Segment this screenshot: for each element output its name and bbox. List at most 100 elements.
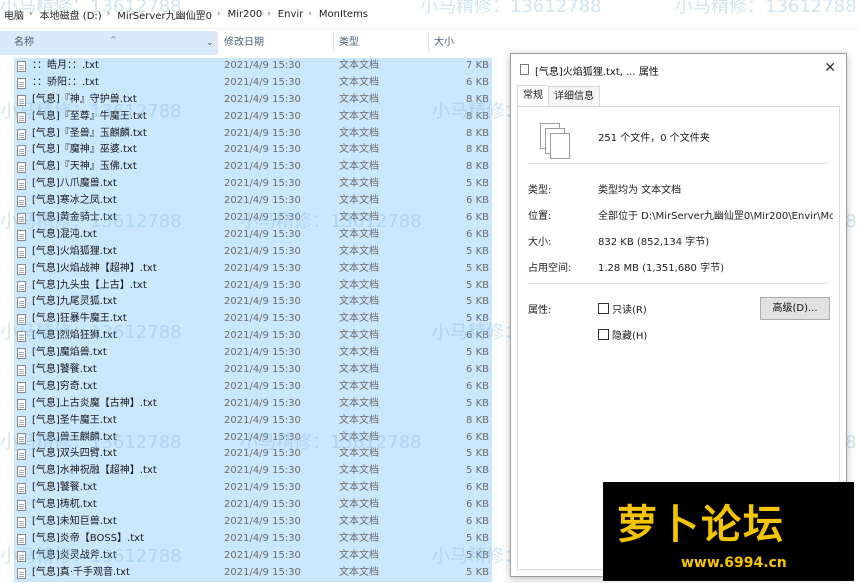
text-file-icon xyxy=(17,449,26,461)
file-row[interactable]: [气息]魔焰兽.txt 2021/4/9 15:30 文本文档 5 KB xyxy=(14,345,492,363)
file-row[interactable]: [气息]火焰狐狸.txt 2021/4/9 15:30 文本文档 5 KB xyxy=(14,243,492,261)
text-file-icon xyxy=(17,297,26,309)
file-name: [气息]『至尊』牛魔王.txt xyxy=(32,110,147,122)
file-row[interactable]: [气息]『天神』玉佛.txt 2021/4/9 15:30 文本文档 8 KB xyxy=(14,159,492,177)
file-row[interactable]: [气息]『圣兽』玉麒麟.txt 2021/4/9 15:30 文本文档 8 KB xyxy=(14,125,492,143)
checkbox-box[interactable] xyxy=(598,303,609,314)
text-file-icon xyxy=(17,398,26,410)
file-row[interactable]: ：：皓月：：.txt 2021/4/9 15:30 文本文档 7 KB xyxy=(14,58,492,75)
file-name: [气息]『圣兽』玉麒麟.txt xyxy=(32,127,147,139)
file-type: 文本文档 xyxy=(339,76,379,88)
file-row[interactable]: [气息]『至尊』牛魔王.txt 2021/4/9 15:30 文本文档 8 KB xyxy=(14,108,492,126)
file-row[interactable]: [气息]黄金骑士.txt 2021/4/9 15:30 文本文档 6 KB xyxy=(14,210,492,227)
column-type[interactable]: 类型 xyxy=(339,31,359,55)
file-row[interactable]: [气息]水神祝融【超神】.txt 2021/4/9 15:30 文本文档 5 KB xyxy=(14,463,492,481)
file-size: 5 KB xyxy=(466,566,489,578)
file-row[interactable]: [气息]未知巨兽.txt 2021/4/9 15:30 文本文档 6 KB xyxy=(14,514,492,531)
column-divider[interactable] xyxy=(217,33,218,53)
file-size: 5 KB xyxy=(466,279,489,291)
file-row[interactable]: [气息]火焰战神【超神】.txt 2021/4/9 15:30 文本文档 5 KB xyxy=(14,260,492,278)
divider xyxy=(528,163,828,164)
file-size: 5 KB xyxy=(466,262,489,274)
file-row[interactable]: [气息]饕餮.txt 2021/4/9 15:30 文本文档 6 KB xyxy=(14,362,492,379)
hidden-checkbox[interactable]: 隐藏(H) xyxy=(598,327,647,342)
dialog-tabs: 常规 详细信息 xyxy=(517,85,600,107)
file-type: 文本文档 xyxy=(339,313,379,325)
file-row[interactable]: [气息]梼杌.txt 2021/4/9 15:30 文本文档 6 KB xyxy=(14,497,492,515)
file-type: 文本文档 xyxy=(339,364,379,376)
file-date: 2021/4/9 15:30 xyxy=(224,93,301,105)
checkbox-box[interactable] xyxy=(598,329,609,340)
file-row[interactable]: [气息]九尾灵狐.txt 2021/4/9 15:30 文本文档 5 KB xyxy=(14,294,492,312)
readonly-checkbox[interactable]: 只读(R) xyxy=(598,301,647,316)
close-icon[interactable]: ✕ xyxy=(824,60,836,76)
column-size[interactable]: 大小 xyxy=(434,31,454,55)
file-row[interactable]: [气息]饕餮.txt 2021/4/9 15:30 文本文档 6 KB xyxy=(14,480,492,498)
breadcrumb-item-monitems[interactable]: MonItems xyxy=(315,9,370,20)
file-size: 7 KB xyxy=(466,60,489,71)
file-row[interactable]: [气息]双头四臂.txt 2021/4/9 15:30 文本文档 5 KB xyxy=(14,446,492,464)
file-date: 2021/4/9 15:30 xyxy=(224,144,301,156)
file-row[interactable]: [气息]上古炎魔【古神】.txt 2021/4/9 15:30 文本文档 5 KB xyxy=(14,395,492,413)
file-name: [气息]九头虫【上古】.txt xyxy=(32,279,147,291)
advanced-button[interactable]: 高级(D)... xyxy=(760,297,830,320)
file-name: [气息]八爪魔兽.txt xyxy=(32,178,117,190)
file-row[interactable]: [气息]寒冰之凤.txt 2021/4/9 15:30 文本文档 6 KB xyxy=(14,193,492,211)
chevron-down-icon[interactable]: ⌄ xyxy=(206,31,214,55)
file-date: 2021/4/9 15:30 xyxy=(224,178,301,190)
file-name: [气息]炎帝【BOSS】.txt xyxy=(32,532,144,544)
file-row[interactable]: ：：骄阳：：.txt 2021/4/9 15:30 文本文档 6 KB xyxy=(14,74,492,92)
file-name: [气息]兽王麒麟.txt xyxy=(32,431,117,443)
file-row[interactable]: [气息]炎帝【BOSS】.txt 2021/4/9 15:30 文本文档 5 KB xyxy=(14,530,492,548)
file-size: 6 KB xyxy=(466,195,489,207)
file-row[interactable]: [气息]混沌.txt 2021/4/9 15:30 文本文档 6 KB xyxy=(14,226,492,244)
file-type: 文本文档 xyxy=(339,516,379,528)
column-date[interactable]: 修改日期 xyxy=(224,31,264,55)
file-type: 文本文档 xyxy=(339,262,379,274)
file-type: 文本文档 xyxy=(339,532,379,544)
file-row[interactable]: [气息]『神』守护兽.txt 2021/4/9 15:30 文本文档 8 KB xyxy=(14,91,492,109)
file-row[interactable]: [气息]真·千手观音.txt 2021/4/9 15:30 文本文档 5 KB xyxy=(14,564,492,582)
file-row[interactable]: [气息]圣牛魔王.txt 2021/4/9 15:30 文本文档 8 KB xyxy=(14,412,492,430)
file-date: 2021/4/9 15:30 xyxy=(224,465,301,477)
file-size: 5 KB xyxy=(466,296,489,308)
location-value: 全部位于 D:\MirServer九幽仙罡0\Mir200\Envir\Mo xyxy=(598,211,833,222)
breadcrumb-item-envir[interactable]: Envir xyxy=(274,9,305,20)
file-date: 2021/4/9 15:30 xyxy=(224,228,301,240)
file-row[interactable]: [气息]烈焰狂狮.txt 2021/4/9 15:30 文本文档 6 KB xyxy=(14,328,492,346)
file-size: 6 KB xyxy=(466,364,489,376)
text-file-icon xyxy=(17,77,26,89)
file-row[interactable]: [气息]八爪魔兽.txt 2021/4/9 15:30 文本文档 5 KB xyxy=(14,176,492,194)
file-row[interactable]: [气息]穷奇.txt 2021/4/9 15:30 文本文档 6 KB xyxy=(14,378,492,396)
tab-general[interactable]: 常规 xyxy=(517,85,549,107)
file-row[interactable]: [气息]炎灵战斧.txt 2021/4/9 15:30 文本文档 5 KB xyxy=(14,547,492,565)
file-type: 文本文档 xyxy=(339,380,379,392)
breadcrumb-item-pc[interactable]: 电脑 xyxy=(0,7,26,22)
breadcrumb-item-server[interactable]: MirServer九幽仙罡0 xyxy=(113,7,214,22)
text-file-icon xyxy=(17,111,26,123)
breadcrumb-item-drive[interactable]: 本地磁盘 (D:) xyxy=(36,7,104,22)
chevron-right-icon: › xyxy=(216,9,221,19)
text-file-icon xyxy=(17,466,26,478)
file-date: 2021/4/9 15:30 xyxy=(224,549,301,561)
text-file-icon xyxy=(17,331,26,343)
column-name[interactable]: 名称 ^ ⌄ xyxy=(0,31,217,55)
file-name: [气息]饕餮.txt xyxy=(32,482,97,494)
file-name: [气息]圣牛魔王.txt xyxy=(32,414,117,426)
file-row[interactable]: [气息]『魔神』巫婆.txt 2021/4/9 15:30 文本文档 8 KB xyxy=(14,142,492,160)
file-size: 5 KB xyxy=(466,178,489,190)
breadcrumb-item-mir200[interactable]: Mir200 xyxy=(224,9,265,20)
text-file-icon xyxy=(17,179,26,191)
column-date-label: 修改日期 xyxy=(224,37,264,48)
file-row[interactable]: [气息]狂暴牛魔王.txt 2021/4/9 15:30 文本文档 5 KB xyxy=(14,311,492,329)
column-divider[interactable] xyxy=(333,33,334,53)
file-row[interactable]: [气息]九头虫【上古】.txt 2021/4/9 15:30 文本文档 5 KB xyxy=(14,277,492,295)
file-size: 8 KB xyxy=(466,144,489,156)
tab-details[interactable]: 详细信息 xyxy=(548,86,600,107)
file-type: 文本文档 xyxy=(339,195,379,207)
file-row[interactable]: [气息]兽王麒麟.txt 2021/4/9 15:30 文本文档 6 KB xyxy=(14,429,492,447)
file-date: 2021/4/9 15:30 xyxy=(224,482,301,494)
text-file-icon xyxy=(17,432,26,444)
file-name: [气息]狂暴牛魔王.txt xyxy=(32,313,127,325)
column-divider[interactable] xyxy=(428,33,429,53)
